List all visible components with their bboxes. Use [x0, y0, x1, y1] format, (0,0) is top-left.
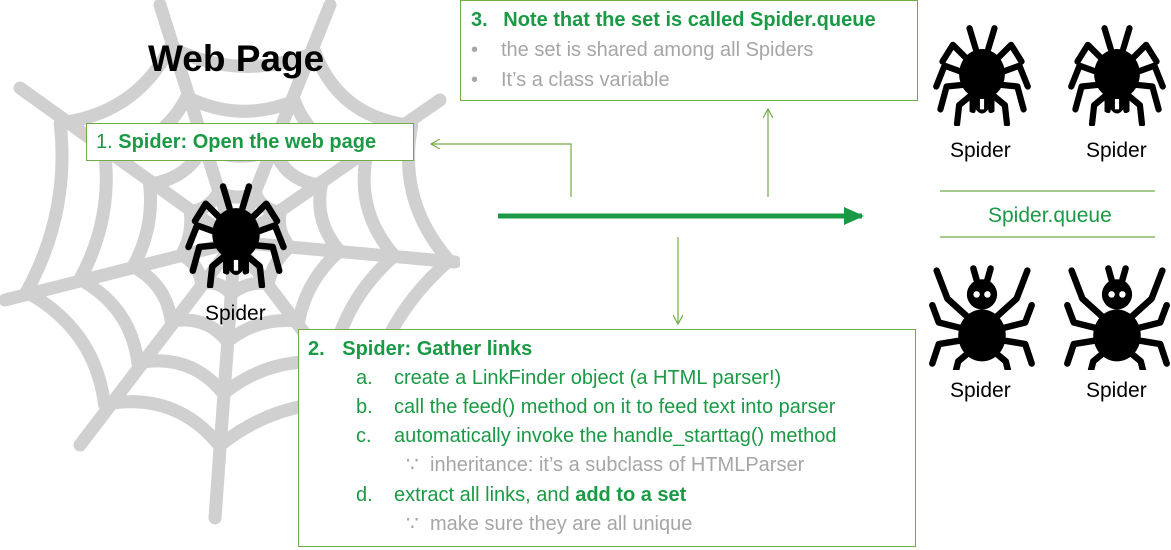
web-page-title: Web Page — [148, 38, 325, 79]
spider-icon — [928, 262, 1036, 370]
spider-icon — [1063, 262, 1171, 370]
queue-label: Spider.queue — [988, 204, 1112, 227]
step2-item-marker: b. — [356, 396, 373, 418]
step2-title: Spider: Gather links — [342, 338, 533, 360]
step2-item: extract all links, and — [394, 484, 576, 506]
bullet-icon: • — [471, 39, 479, 61]
bullet-icon: • — [471, 69, 479, 91]
step3-number: 3. — [471, 9, 488, 31]
step2-box: 2. Spider: Gather links a. create a LinkF… — [298, 329, 916, 547]
queue-spider-label: Spider — [950, 379, 1011, 402]
step1-text: Spider: Open the web page — [118, 131, 377, 153]
step2-item-marker: d. — [356, 484, 373, 506]
step1-box: 1. Spider: Open the web page — [86, 123, 414, 161]
step3-bullet: the set is shared among all Spiders — [501, 39, 814, 61]
step2-item-marker: a. — [356, 367, 373, 389]
step3-bullet: It’s a class variable — [501, 69, 670, 91]
step2-item-marker: c. — [356, 425, 372, 447]
step2-note: make sure they are all unique — [430, 513, 693, 535]
spider-icon — [180, 180, 292, 288]
because-icon: ∵ — [406, 513, 419, 535]
center-spider-label: Spider — [205, 302, 266, 325]
step2-item: create a LinkFinder object (a HTML parse… — [394, 367, 782, 389]
because-icon: ∵ — [406, 454, 419, 476]
step2-number: 2. — [308, 338, 325, 360]
step3-title: Note that the set is called Spider.queue — [503, 9, 876, 31]
spider-icon — [1063, 22, 1171, 126]
queue-spider-label: Spider — [950, 139, 1011, 162]
step2-item-bold: add to a set — [575, 484, 687, 506]
queue-spider-label: Spider — [1086, 379, 1147, 402]
step3-box: 3. Note that the set is called Spider.qu… — [460, 0, 918, 101]
connector-to-step1 — [432, 144, 572, 197]
step2-item: automatically invoke the handle_starttag… — [394, 425, 837, 447]
step1-number: 1. — [96, 131, 113, 153]
step2-note: inheritance: it’s a subclass of HTMLPars… — [430, 454, 805, 476]
spider-icon — [928, 22, 1036, 126]
queue-spider-label: Spider — [1086, 139, 1147, 162]
step2-item: call the feed() method on it to feed tex… — [394, 396, 836, 418]
